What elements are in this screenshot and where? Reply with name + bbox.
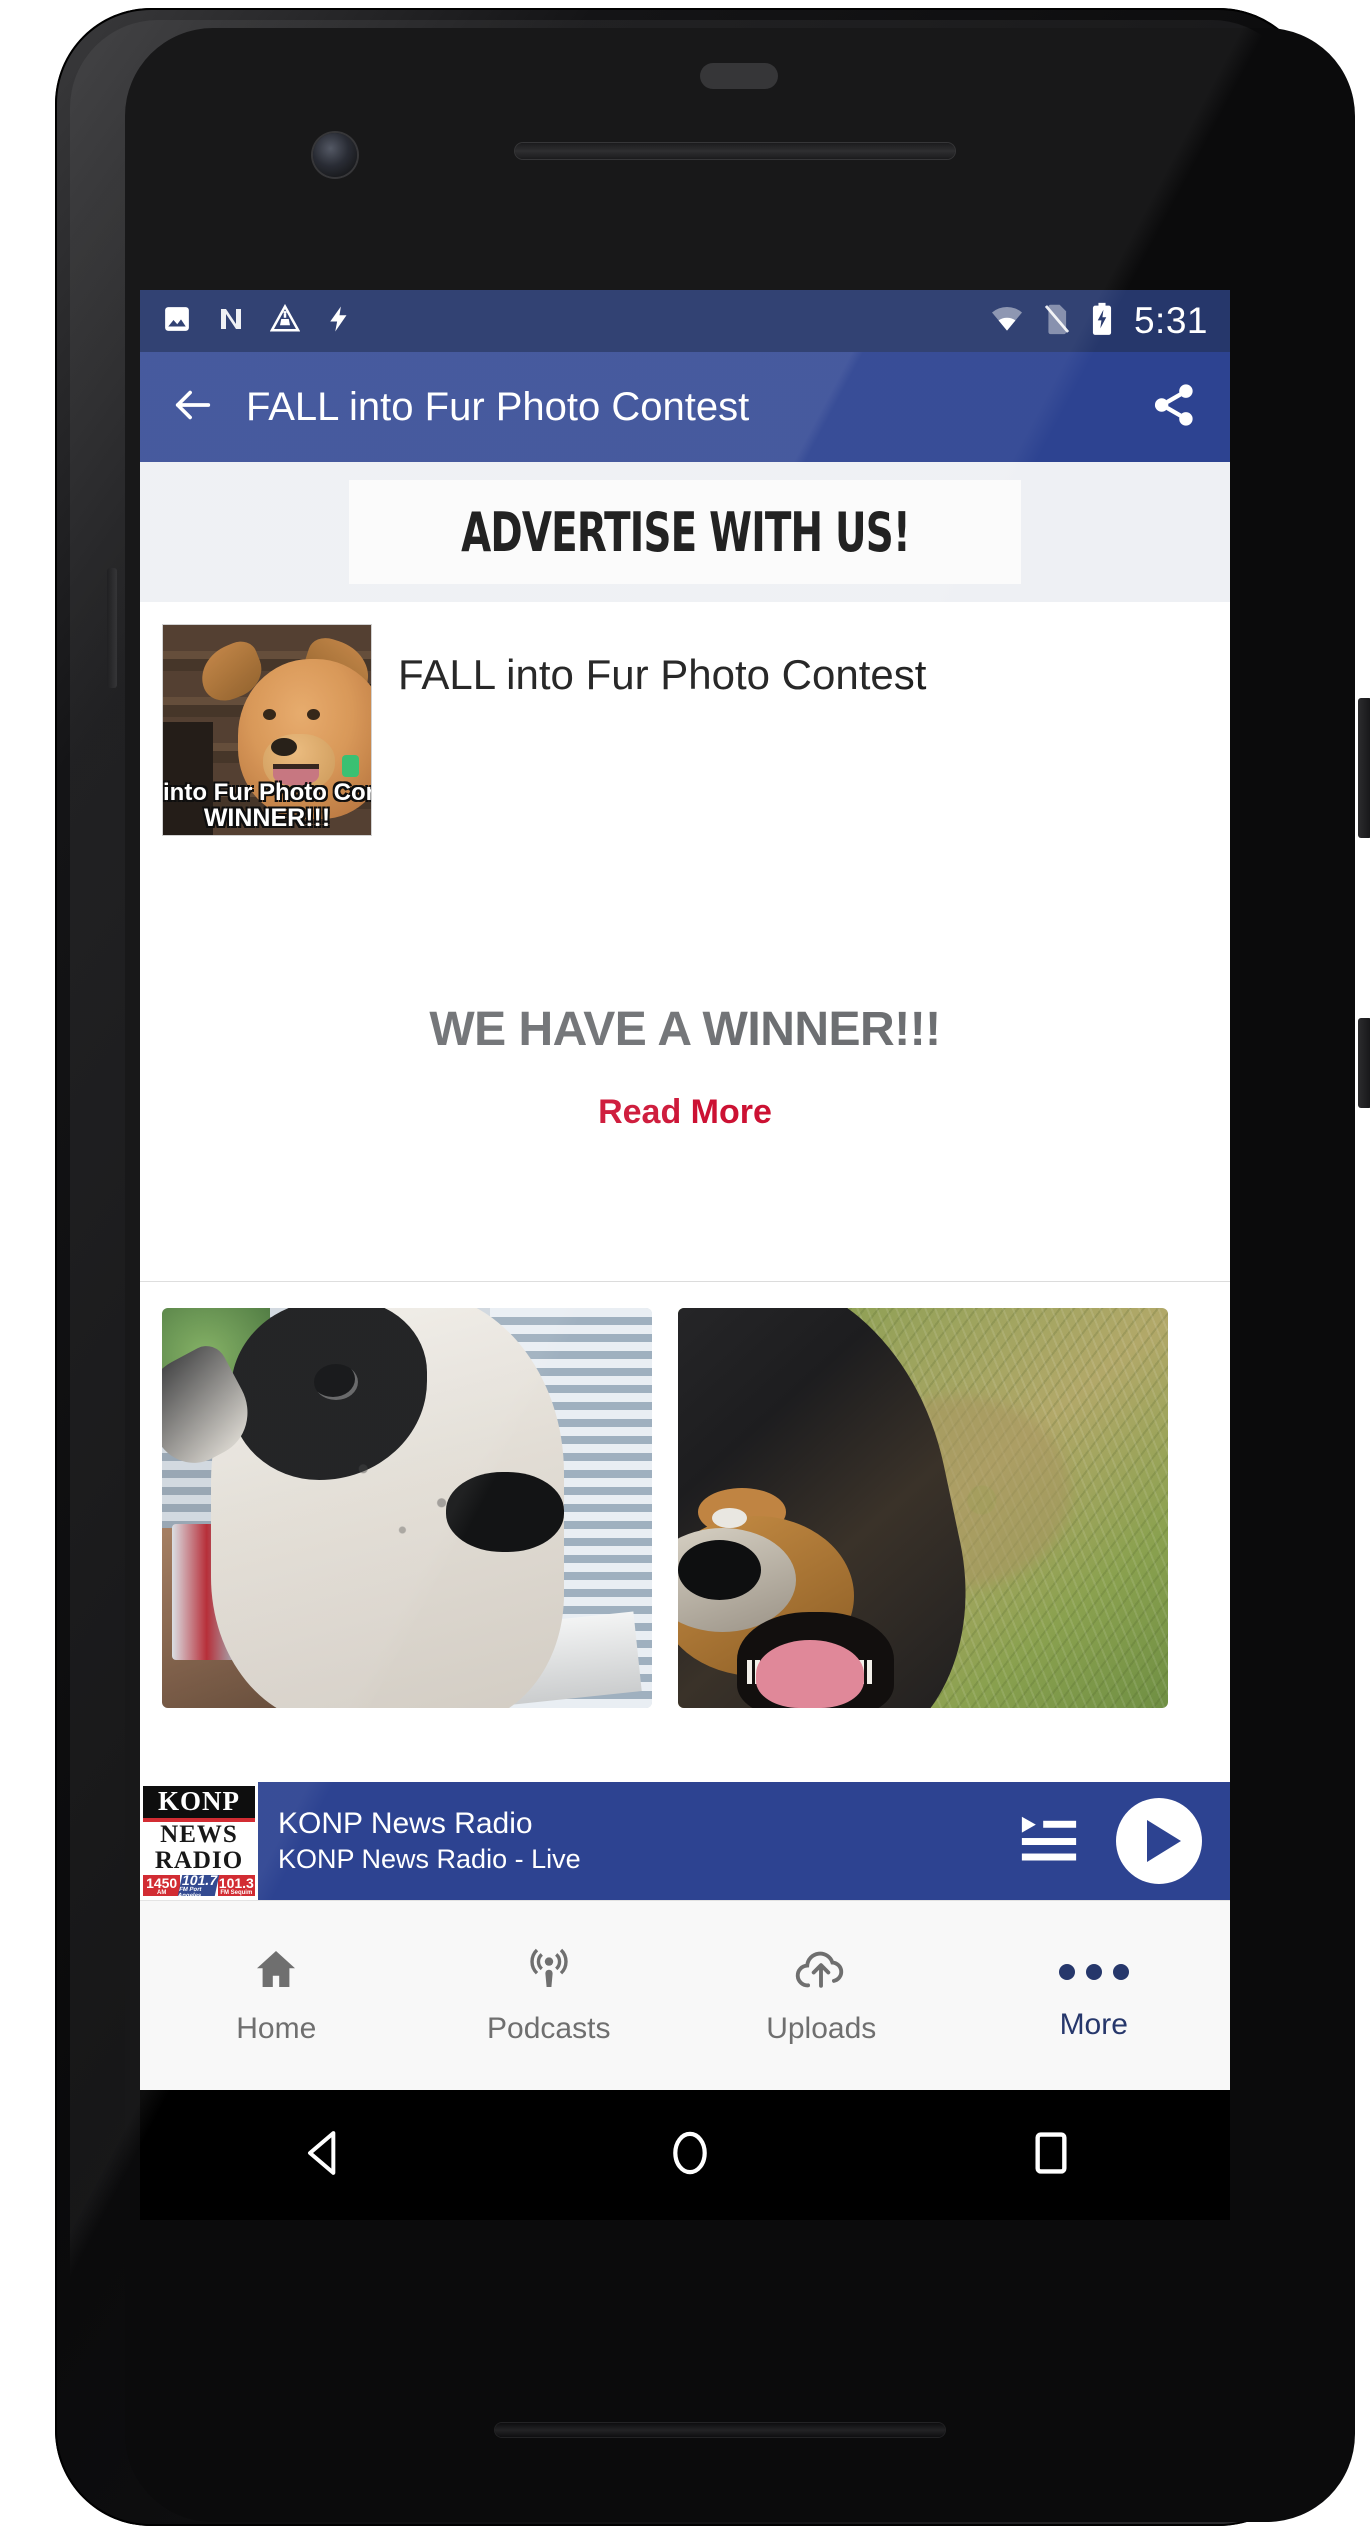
dog-eye — [712, 1508, 747, 1528]
earpiece-grille — [515, 143, 955, 159]
share-icon[interactable] — [1148, 379, 1200, 436]
mini-player[interactable]: KONP NEWS RADIO 1450 AM 101.7 FM Port An… — [140, 1782, 1230, 1900]
read-more-link[interactable]: Read More — [598, 1093, 772, 1132]
page-title: FALL into Fur Photo Contest — [246, 384, 750, 429]
nav-label: Uploads — [766, 2012, 877, 2045]
status-bar-right-icons: 5:31 — [990, 300, 1208, 342]
frequency-number: 101.3 — [218, 1875, 254, 1891]
player-subtitle: KONP News Radio - Live — [278, 1843, 581, 1874]
nav-item-uploads[interactable]: Uploads — [685, 1945, 958, 2046]
frequency-item: 1450 AM — [143, 1875, 181, 1896]
article-winner-headline: WE HAVE A WINNER!!! — [429, 1003, 941, 1056]
playlist-queue-icon[interactable] — [1018, 1811, 1080, 1872]
player-artwork: KONP NEWS RADIO 1450 AM 101.7 FM Port An… — [140, 1782, 258, 1900]
wifi-icon — [990, 304, 1024, 339]
dog-tongue — [756, 1640, 865, 1708]
article-thumbnail[interactable]: into Fur Photo Con WINNER!!! — [162, 624, 372, 836]
no-sim-icon — [1044, 303, 1070, 340]
ad-banner[interactable]: ADVERTISE WITH US! — [349, 480, 1021, 584]
more-dots-icon — [1058, 1950, 1129, 1994]
photo-grid — [140, 1282, 1230, 1708]
artwork-frequency-bar: 1450 AM 101.7 FM Port Angeles 101.3 FM S… — [143, 1875, 255, 1896]
play-button[interactable] — [1116, 1798, 1202, 1884]
android-back-icon[interactable] — [296, 2125, 352, 2186]
article-header: into Fur Photo Con WINNER!!! FALL into F… — [140, 624, 1230, 836]
android-recents-icon[interactable] — [1028, 2125, 1074, 2186]
nav-label: Home — [236, 2012, 317, 2045]
photo-tile[interactable] — [162, 1308, 652, 1708]
nav-label: More — [1059, 2007, 1128, 2041]
frequency-sub: AM — [156, 1889, 167, 1896]
nav-item-home[interactable]: Home — [140, 1945, 413, 2046]
play-triangle-icon — [1146, 1820, 1181, 1862]
frequency-sub: FM Sequim — [220, 1889, 253, 1896]
dog-collar-tag — [341, 755, 359, 778]
phone-screen: 5:31 FALL into Fur Photo Contest ADVERTI… — [140, 290, 1230, 2090]
thumbnail-overlay-line1: into Fur Photo Con — [163, 778, 372, 806]
frequency-item: 101.3 FM Sequim — [217, 1875, 255, 1896]
bottom-navigation: Home Podcasts Uploads More — [140, 1900, 1230, 2090]
dog-eye — [313, 1364, 358, 1400]
article-title: FALL into Fur Photo Contest — [398, 651, 927, 698]
app-bar: FALL into Fur Photo Contest — [140, 352, 1230, 462]
status-bar: 5:31 — [140, 290, 1230, 352]
frequency-item: 101.7 FM Port Angeles — [178, 1875, 220, 1896]
thumbnail-overlay-text: into Fur Photo Con WINNER!!! — [163, 778, 372, 832]
artwork-call-letters: KONP — [143, 1786, 255, 1818]
thumbnail-overlay-line2: WINNER!!! — [203, 803, 331, 832]
player-title: KONP News Radio — [278, 1807, 533, 1841]
ad-banner-text: ADVERTISE WITH US! — [460, 500, 911, 564]
dog-nose — [678, 1540, 762, 1600]
back-arrow-icon[interactable] — [170, 382, 216, 433]
article-body: WE HAVE A WINNER!!! Read More — [140, 1002, 1230, 1132]
ad-banner-container[interactable]: ADVERTISE WITH US! — [140, 462, 1230, 602]
frequency-number: 101.7 — [181, 1875, 220, 1888]
nav-item-more[interactable]: More — [958, 1950, 1231, 2042]
artwork-line3: RADIO — [154, 1846, 244, 1874]
flash-icon — [324, 304, 354, 339]
frequency-sub: FM Port Angeles — [177, 1886, 203, 1897]
android-navigation-bar — [140, 2090, 1230, 2220]
front-camera — [313, 133, 357, 177]
photo-tile[interactable] — [678, 1308, 1168, 1708]
player-metadata: KONP News Radio KONP News Radio - Live — [258, 1805, 1018, 1876]
home-icon — [250, 1945, 302, 1998]
top-slot — [700, 63, 778, 89]
frequency-number: 1450 — [146, 1875, 178, 1891]
status-bar-left-icons — [162, 303, 354, 339]
podcast-icon — [523, 1945, 575, 1998]
work-in-progress-icon — [269, 303, 301, 339]
dog-eye-left — [262, 709, 276, 720]
photo-icon — [162, 304, 192, 339]
sim-tray — [107, 568, 117, 688]
cloud-upload-icon — [793, 1945, 849, 1998]
artwork-line2: NEWS — [160, 1821, 238, 1848]
battery-charging-icon — [1090, 302, 1114, 341]
nav-label: Podcasts — [487, 2012, 611, 2045]
volume-button[interactable] — [1358, 1018, 1370, 1108]
bottom-speaker-grille — [495, 2423, 945, 2437]
power-button[interactable] — [1358, 698, 1370, 838]
dog-nose — [446, 1472, 564, 1552]
status-clock: 5:31 — [1133, 300, 1208, 341]
android-home-icon[interactable] — [664, 2125, 716, 2186]
nova-launcher-icon — [216, 304, 246, 339]
article-card[interactable]: into Fur Photo Con WINNER!!! FALL into F… — [140, 602, 1230, 1282]
dog-eye-right — [306, 709, 320, 720]
nav-item-podcasts[interactable]: Podcasts — [413, 1945, 686, 2046]
